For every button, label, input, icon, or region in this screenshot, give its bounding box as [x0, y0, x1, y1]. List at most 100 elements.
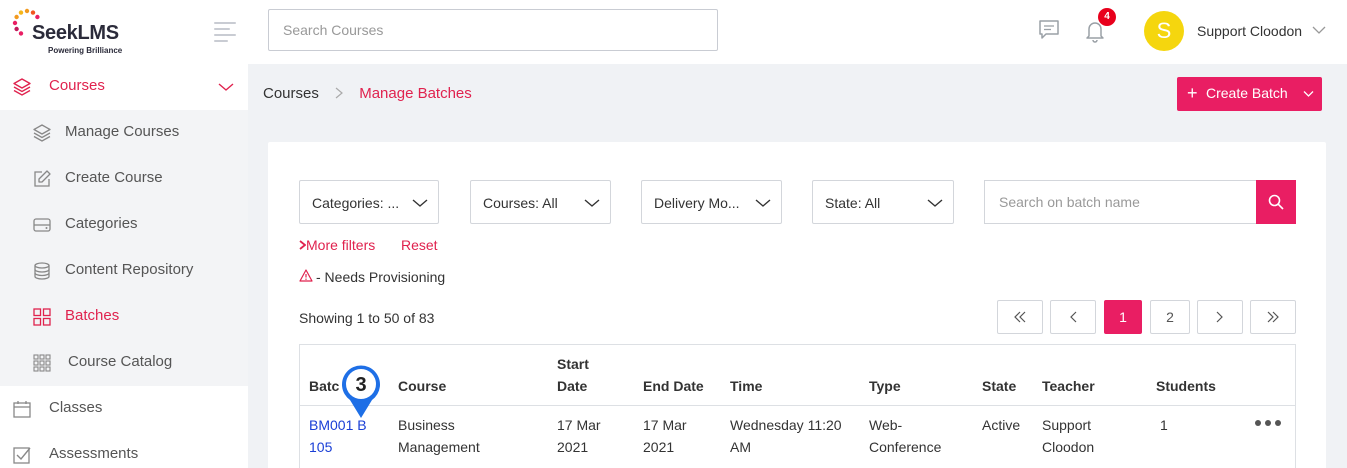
- end-date-line2: 2021: [643, 439, 675, 455]
- batch-name-line2: 105: [309, 439, 333, 455]
- categories-filter[interactable]: Categories: ...: [299, 180, 439, 224]
- reset-link[interactable]: Reset: [401, 237, 438, 253]
- chevron-left-icon: [1070, 311, 1077, 323]
- step-marker-number: 3: [355, 374, 366, 396]
- batch-search-button[interactable]: [1256, 180, 1296, 224]
- search-courses-input[interactable]: [268, 9, 718, 51]
- row-actions-icon[interactable]: [1255, 413, 1283, 433]
- create-batch-button[interactable]: + Create Batch: [1177, 77, 1322, 111]
- sidebar-item-assessments[interactable]: Assessments: [0, 432, 248, 468]
- column-header-students[interactable]: Students: [1156, 375, 1216, 397]
- categories-filter-value: Categories: ...: [312, 195, 400, 211]
- column-header-start-date[interactable]: Start Date: [557, 353, 589, 397]
- teacher-line1: Support: [1042, 417, 1092, 433]
- page-2-button[interactable]: 2: [1150, 300, 1190, 334]
- sidebar-item-create-course[interactable]: Create Course: [0, 156, 248, 202]
- warning-icon: [299, 269, 313, 282]
- search-icon: [1268, 194, 1284, 210]
- state-cell: Active: [982, 417, 1021, 433]
- sidebar-item-label: Courses: [49, 77, 105, 94]
- layers-icon: [33, 124, 51, 142]
- column-header-start-line2: Date: [557, 378, 588, 394]
- sidebar-item-label: Batches: [65, 307, 120, 324]
- chevron-down-icon: [218, 83, 234, 91]
- more-filters-label: More filters: [306, 237, 376, 253]
- create-batch-label: Create Batch: [1206, 85, 1288, 101]
- checkbox-icon: [13, 447, 31, 464]
- first-page-button[interactable]: [997, 300, 1043, 334]
- breadcrumb-courses-link[interactable]: Courses: [263, 85, 319, 102]
- start-date-line1: 17 Mar: [557, 417, 601, 433]
- course-cell: Business Management: [398, 414, 480, 458]
- sidebar-item-label: Assessments: [49, 445, 139, 462]
- time-line2: AM: [730, 439, 751, 455]
- database-icon: [34, 262, 50, 280]
- sidebar-item-classes[interactable]: Classes: [0, 386, 248, 432]
- menu-toggle-icon[interactable]: [214, 22, 236, 42]
- state-filter-value: State: All: [825, 195, 881, 211]
- sidebar-item-content-repository[interactable]: Content Repository: [0, 248, 248, 294]
- column-header-course[interactable]: Course: [398, 375, 446, 397]
- logo-tagline: Powering Brilliance: [48, 46, 123, 55]
- sidebar-item-label: Categories: [65, 215, 138, 232]
- drive-icon: [33, 218, 51, 232]
- column-header-type[interactable]: Type: [869, 375, 901, 397]
- plus-icon: +: [1187, 83, 1198, 103]
- batch-search-input[interactable]: [984, 180, 1256, 224]
- calendar-icon: [13, 401, 31, 418]
- sidebar-item-categories[interactable]: Categories: [0, 202, 248, 248]
- edit-icon: [34, 170, 51, 187]
- next-page-button[interactable]: [1197, 300, 1243, 334]
- sidebar-item-label: Create Course: [65, 169, 163, 186]
- sidebar-item-course-catalog[interactable]: Course Catalog: [0, 340, 248, 386]
- time-cell: Wednesday 11:20 AM: [730, 414, 842, 458]
- avatar[interactable]: S: [1144, 11, 1184, 51]
- batch-name-link[interactable]: BM001 B 105: [309, 414, 367, 458]
- column-header-teacher[interactable]: Teacher: [1042, 375, 1095, 397]
- sidebar-item-label: Course Catalog: [68, 353, 173, 370]
- page-1-button[interactable]: 1: [1104, 300, 1142, 334]
- chat-icon[interactable]: [1038, 19, 1060, 41]
- prev-page-button[interactable]: [1050, 300, 1096, 334]
- column-header-batch[interactable]: Batc: [309, 375, 339, 397]
- courses-filter[interactable]: Courses: All: [470, 180, 611, 224]
- delivery-mode-filter-value: Delivery Mo...: [654, 195, 740, 211]
- layers-icon: [13, 78, 31, 96]
- last-page-button[interactable]: [1250, 300, 1296, 334]
- sidebar-item-label: Manage Courses: [65, 123, 180, 140]
- more-filters-link[interactable]: More filters: [299, 237, 375, 253]
- type-cell: Web- Conference: [869, 414, 941, 458]
- column-header-state[interactable]: State: [982, 375, 1016, 397]
- breadcrumb: Courses Manage Batches: [263, 85, 472, 102]
- state-filter[interactable]: State: All: [812, 180, 954, 224]
- breadcrumb-separator-icon: [335, 85, 343, 102]
- sidebar-item-batches[interactable]: Batches: [0, 294, 248, 340]
- start-date-cell: 17 Mar 2021: [557, 414, 601, 458]
- chevron-down-icon[interactable]: [1312, 25, 1326, 35]
- end-date-line1: 17 Mar: [643, 417, 687, 433]
- sidebar-item-manage-courses[interactable]: Manage Courses: [0, 110, 248, 156]
- type-line1: Web-: [869, 417, 903, 433]
- column-header-end-date[interactable]: End Date: [643, 375, 704, 397]
- delivery-mode-filter[interactable]: Delivery Mo...: [641, 180, 782, 224]
- students-cell: 1: [1160, 417, 1168, 433]
- seeklms-logo[interactable]: SeekLMS Powering Brilliance: [12, 6, 132, 58]
- chevron-right-icon: [299, 240, 307, 250]
- column-header-start-line1: Start: [557, 356, 589, 372]
- step-marker-pin: 3: [342, 365, 380, 418]
- sidebar: Courses Manage Courses Create Course Cat…: [0, 64, 248, 468]
- teacher-line2: Cloodon: [1042, 439, 1095, 455]
- showing-count: Showing 1 to 50 of 83: [299, 310, 435, 326]
- grid-icon: [33, 308, 51, 326]
- table-header-divider: [300, 405, 1295, 406]
- column-header-time[interactable]: Time: [730, 375, 762, 397]
- logo-wordmark: SeekLMS: [32, 22, 119, 44]
- sidebar-item-courses[interactable]: Courses: [0, 64, 248, 110]
- needs-provisioning-legend: - Needs Provisioning: [316, 269, 446, 285]
- sidebar-item-label: Content Repository: [65, 261, 194, 278]
- chevron-right-icon: [1216, 311, 1223, 323]
- batches-card: Categories: ... Courses: All Delivery Mo…: [268, 142, 1326, 468]
- user-name[interactable]: Support Cloodon: [1197, 23, 1302, 39]
- batches-table: Batc Course Start Date End Date Time Typ…: [299, 344, 1296, 468]
- double-chevron-left-icon: [1014, 311, 1026, 323]
